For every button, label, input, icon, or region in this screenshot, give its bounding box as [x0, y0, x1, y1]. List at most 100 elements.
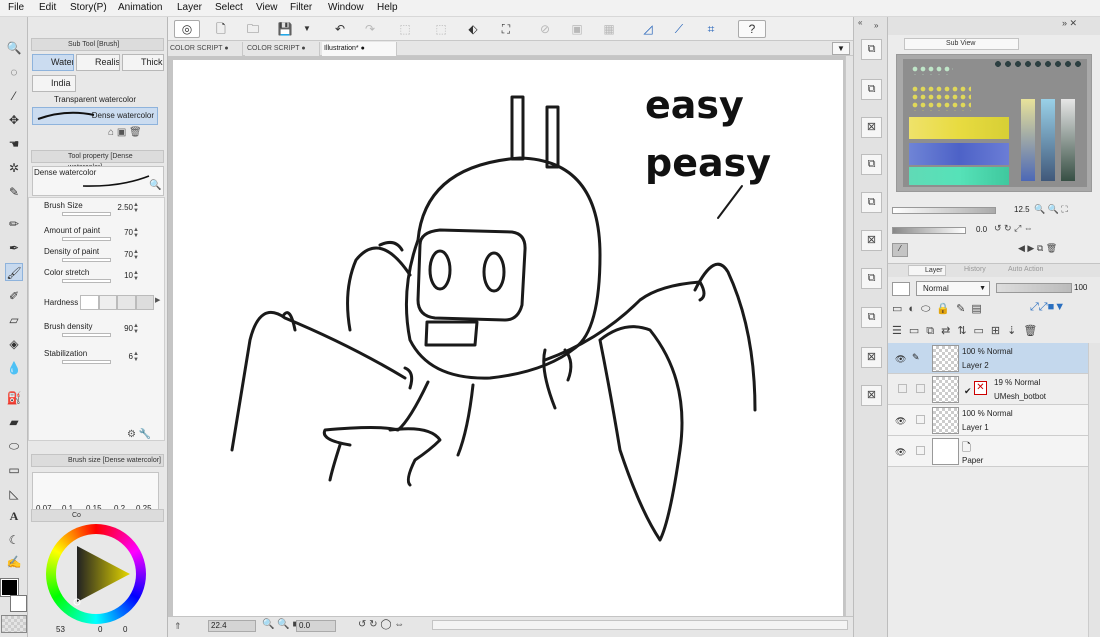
clear-outside-icon[interactable]: ⬚ [432, 20, 450, 38]
dock-icon-4[interactable]: ⧉ [861, 154, 882, 175]
eye-icon[interactable]: 👁 [895, 354, 906, 365]
prop-amount-slider[interactable] [62, 237, 111, 241]
clip-studio-icon[interactable]: ◎ [174, 20, 200, 38]
zoom-icon[interactable]: 🔍 [5, 39, 23, 57]
menu-animation[interactable]: Animation [118, 2, 162, 13]
balloon-icon[interactable]: ✍ [5, 553, 23, 571]
eye-icon[interactable]: 👁 [895, 416, 906, 427]
tab-menu-icon[interactable]: ▼ [832, 42, 850, 55]
help-icon[interactable]: ? [738, 20, 766, 38]
history-tab[interactable]: History [948, 265, 988, 276]
layer-lock-checkbox[interactable] [916, 446, 925, 455]
clear-icon[interactable]: ⬚ [396, 20, 414, 38]
prop-color-stretch-slider[interactable] [62, 279, 111, 283]
subview-tab[interactable]: Sub View [930, 39, 975, 50]
subtool-tab-india[interactable]: India [32, 75, 76, 92]
menu-select[interactable]: Select [215, 2, 243, 13]
menu-view[interactable]: View [256, 2, 278, 13]
airbrush-icon[interactable]: ✒ [5, 239, 23, 257]
pencil-icon[interactable]: ✏ [5, 215, 23, 233]
transform-icon[interactable]: ⛶ [497, 20, 515, 38]
select-magic-icon[interactable]: ✲ [5, 159, 23, 177]
blend-mode-select[interactable]: Normal ▼ [916, 281, 990, 296]
figure-icon[interactable]: ⬭ [5, 437, 23, 455]
move-icon[interactable]: ✥ [5, 111, 23, 129]
color-value-h[interactable]: 53 [56, 625, 65, 634]
dock-icon-5[interactable]: ⧉ [861, 192, 882, 213]
prop-color-stretch-spin[interactable]: ▲ ▼ [133, 270, 139, 282]
layer-property-icon[interactable] [892, 282, 910, 296]
doc-tab-illustration[interactable]: Illustration* ● [322, 42, 397, 56]
correction-icon[interactable]: ☾ [5, 531, 23, 549]
subtool-tab-water[interactable]: Water [32, 54, 74, 71]
snap-special-ruler-icon[interactable]: ⟋ [670, 20, 688, 38]
eraser-icon[interactable]: ▱ [5, 311, 23, 329]
prop-density-spin[interactable]: ▲ ▼ [133, 249, 139, 261]
brush-item-transparent-watercolor[interactable]: Transparent watercolor [32, 95, 158, 105]
blend-icon[interactable]: ◈ [5, 335, 23, 353]
hand-icon[interactable]: ☚ [5, 135, 23, 153]
prop-color-stretch-value[interactable]: 10 [107, 271, 133, 280]
subview-rotate-slider[interactable] [892, 227, 966, 234]
prop-brush-size-slider[interactable] [62, 212, 111, 216]
canvas-vertical-scrollbar[interactable] [845, 56, 853, 616]
menu-story[interactable]: Story(P) [70, 2, 107, 13]
fill-icon[interactable]: ⬖ [464, 20, 482, 38]
rotate-icons[interactable]: ↺ ↻ ◯ ⇔ [358, 619, 404, 630]
subview-nav-icons[interactable]: ◀ ▶ ⧉ 🗑 [1018, 243, 1057, 254]
brush-icon[interactable]: 🖌 [5, 263, 23, 281]
prop-stabilization-slider[interactable] [62, 360, 111, 364]
save-icon[interactable]: 💾 [276, 20, 294, 38]
canvas-paper[interactable]: easy peasy [173, 60, 843, 616]
dock-icon-7[interactable]: ⧉ [861, 268, 882, 289]
subview-zoom-slider[interactable] [892, 207, 996, 214]
property-settings-icon[interactable]: ⚙ 🔧 [127, 429, 151, 440]
hardness-arrow[interactable]: ▶ [155, 297, 160, 304]
show-selection-icon[interactable]: ▦ [600, 20, 618, 38]
dock-icon-10[interactable]: ⊠ [861, 385, 882, 406]
prop-stabilization-spin[interactable]: ▲ ▼ [133, 351, 139, 363]
nav-collapse-icon[interactable]: ⇑ [174, 621, 182, 632]
drop-icon[interactable]: 💧 [5, 359, 23, 377]
right-panel-collapse-icon[interactable]: » ✕ [1062, 18, 1077, 29]
subtool-tab-thick[interactable]: Thick [122, 54, 164, 71]
color-triangle[interactable] [46, 524, 146, 624]
dock-more-icon[interactable]: » [874, 21, 878, 30]
prop-brush-size-value[interactable]: 2.50 [107, 203, 133, 212]
prop-density-value[interactable]: 70 [107, 250, 133, 259]
dock-icon-2[interactable]: ⧉ [861, 79, 882, 100]
snap-grid-icon[interactable]: ⌗ [702, 20, 720, 38]
visibility-checkbox[interactable] [898, 384, 907, 393]
layer-color-icons[interactable]: ⤢⤢■▼ [1030, 301, 1090, 317]
canvas-horizontal-scrollbar[interactable] [432, 620, 848, 630]
doc-tab-color-script-2[interactable]: COLOR SCRIPT ● [245, 42, 320, 56]
layer-lock-checkbox[interactable] [916, 384, 925, 393]
dock-icon-1[interactable]: ⧉ [861, 39, 882, 60]
layer-opacity-value[interactable]: 100 [1074, 283, 1087, 292]
new-file-icon[interactable]: 🗋 [212, 20, 230, 38]
menu-file[interactable]: File [8, 2, 24, 13]
dock-icon-6[interactable]: ⊠ [861, 230, 882, 251]
prop-brush-size-spin[interactable]: ▲ ▼ [133, 202, 139, 214]
eyedropper-icon[interactable]: ⁄ [5, 87, 23, 105]
subview-color-image[interactable] [896, 54, 1092, 192]
ruler-icon[interactable]: ◺ [5, 485, 23, 503]
invert-selection-icon[interactable]: ▣ [568, 20, 586, 38]
color-wheel[interactable] [46, 524, 146, 624]
layer-lock-checkbox[interactable] [916, 415, 925, 424]
zoom-preview-icon[interactable]: 🔍 [149, 180, 161, 191]
zoom-level[interactable]: 22.4 [208, 620, 256, 632]
pen-edit-icon[interactable]: ✎ [912, 352, 920, 363]
hardness-selector[interactable] [80, 295, 154, 310]
layer-opacity-slider[interactable] [996, 283, 1072, 293]
sub-color-swatch[interactable] [10, 595, 27, 612]
layer-row-paper[interactable]: 👁 🗋 Paper [888, 436, 1088, 467]
layer-action-icons[interactable]: ☰▭⧉⇄⇅▭⊞⇣🗑 [892, 324, 1044, 338]
decoration-icon[interactable]: ✐ [5, 287, 23, 305]
save-dropdown-icon[interactable]: ▼ [298, 20, 316, 38]
rotation-angle[interactable]: 0.0 [296, 620, 336, 632]
mask-disabled-icon[interactable]: ✕ [974, 381, 987, 395]
lasso-icon[interactable]: ◌ [5, 63, 23, 81]
prop-density-slider[interactable] [62, 258, 111, 262]
menu-filter[interactable]: Filter [290, 2, 312, 13]
